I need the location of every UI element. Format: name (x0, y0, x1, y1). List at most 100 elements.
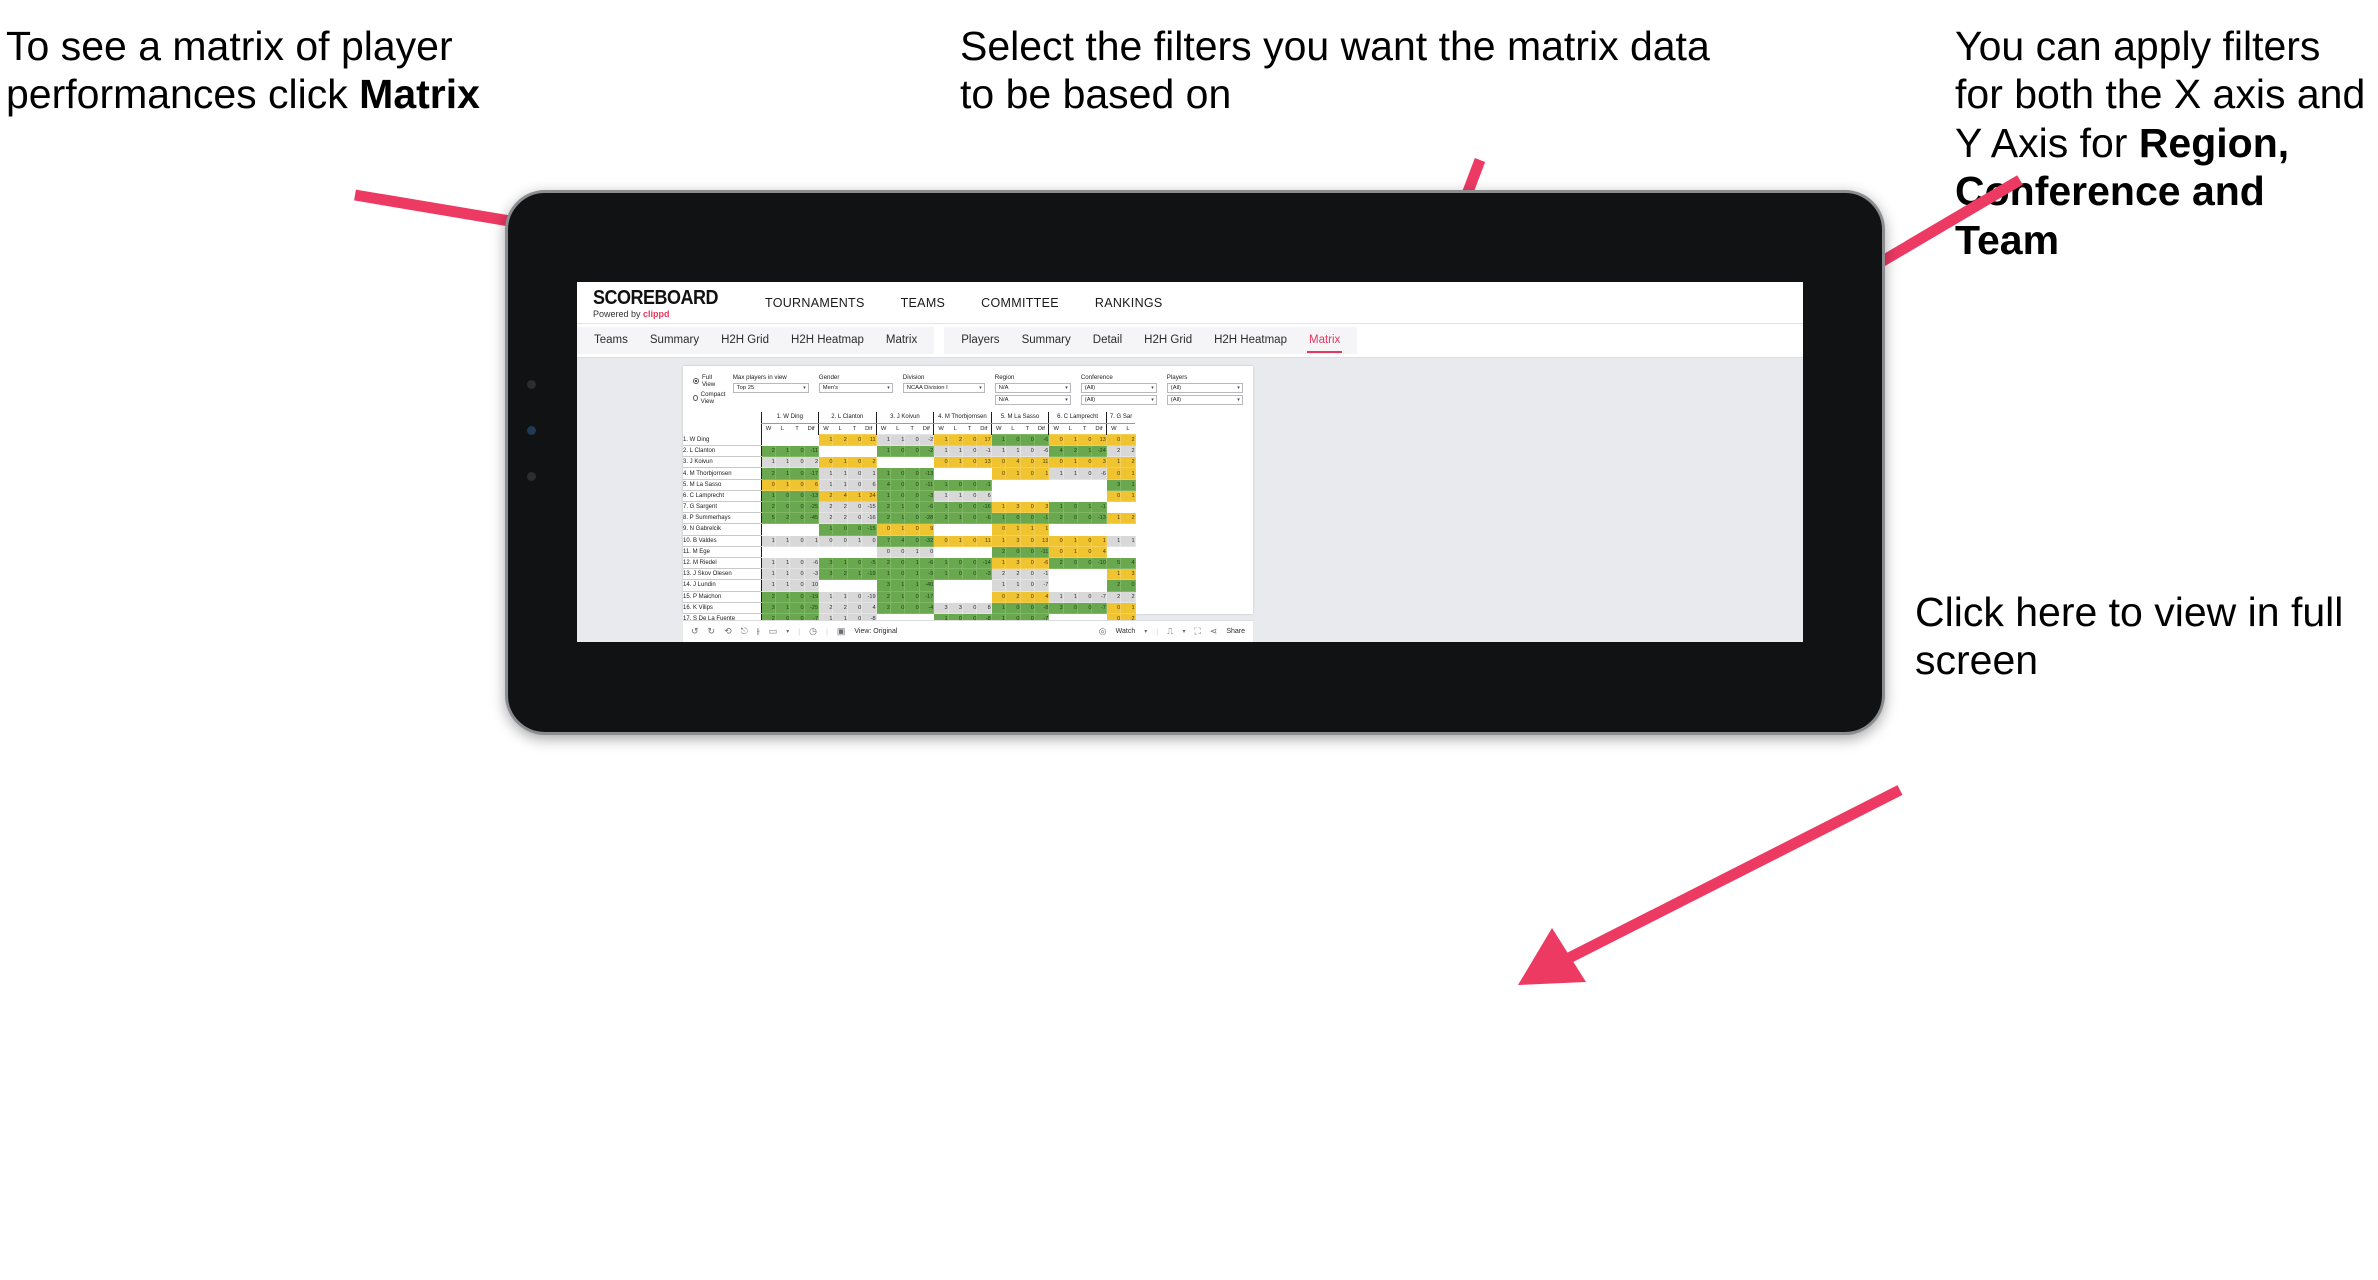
matrix-cell[interactable]: 1 (1120, 467, 1136, 480)
matrix-cell[interactable] (1120, 545, 1136, 558)
matrix-cell[interactable]: 0 (1005, 545, 1021, 558)
matrix-cell[interactable] (1048, 478, 1064, 491)
matrix-cell[interactable]: -7 (1091, 590, 1107, 603)
matrix-cell[interactable]: 0 (846, 467, 863, 480)
filter-region-select-y[interactable]: N/A ▾ (994, 395, 1071, 405)
matrix-row-label[interactable]: 8. P Summerhays (683, 512, 761, 525)
matrix-cell[interactable]: 1 (1105, 456, 1122, 469)
matrix-cell[interactable]: 0 (1048, 456, 1064, 469)
matrix-cell[interactable]: 0 (961, 500, 978, 514)
matrix-cell[interactable] (1077, 489, 1093, 503)
matrix-cell[interactable] (861, 445, 877, 458)
matrix-cell[interactable]: 2 (875, 512, 892, 525)
matrix-cell[interactable]: 0 (875, 545, 892, 558)
matrix-cell[interactable]: 1 (947, 534, 963, 547)
matrix-cell[interactable] (933, 523, 949, 536)
matrix-cell[interactable]: 0 (890, 489, 906, 503)
matrix-cell[interactable]: 2 (760, 445, 776, 458)
matrix-cell[interactable]: 4 (832, 489, 848, 503)
matrix-cell[interactable]: 2 (832, 500, 848, 514)
matrix-cell[interactable]: 0 (1105, 433, 1122, 447)
matrix-cell[interactable]: 1 (774, 456, 791, 469)
matrix-cell[interactable]: 1 (760, 534, 776, 547)
matrix-cell[interactable] (1048, 568, 1064, 581)
matrix-cell[interactable]: 2 (1120, 590, 1136, 603)
matrix-cell[interactable]: 0 (904, 445, 920, 458)
matrix-cell[interactable]: 0 (904, 467, 920, 480)
matrix-cell[interactable]: -15 (861, 500, 877, 514)
matrix-cell[interactable]: 1 (818, 467, 834, 480)
matrix-cell[interactable]: 17 (976, 433, 992, 447)
matrix-column-header[interactable]: 7. G Sar (1105, 412, 1136, 424)
matrix-cell[interactable] (1048, 579, 1064, 592)
matrix-cell[interactable]: 2 (832, 433, 848, 447)
subnav-item-teams[interactable]: Teams (583, 327, 639, 354)
matrix-row-label[interactable]: 14. J Lundin (683, 579, 761, 592)
matrix-cell[interactable]: 1 (1120, 534, 1136, 547)
matrix-cell[interactable]: 1 (818, 590, 834, 603)
matrix-cell[interactable]: 1 (1048, 467, 1064, 480)
topnav-item-committee[interactable]: COMMITTEE (963, 290, 1077, 316)
matrix-cell[interactable]: 4 (1091, 545, 1107, 558)
matrix-cell[interactable]: 2 (818, 489, 834, 503)
alert-icon[interactable]: ⎍ (1167, 627, 1173, 636)
matrix-row-label[interactable]: 7. G Sargent (683, 501, 761, 514)
matrix-cell[interactable]: -25 (803, 500, 820, 514)
matrix-cell[interactable]: 0 (1005, 601, 1021, 614)
matrix-cell[interactable] (961, 545, 978, 558)
matrix-cell[interactable]: 2 (1120, 512, 1136, 525)
filter-conference-select-y[interactable]: (All) ▾ (1080, 395, 1157, 405)
matrix-cell[interactable]: 2 (1105, 579, 1122, 592)
matrix-row-label[interactable]: 15. P Maichon (683, 591, 761, 603)
matrix-cell[interactable]: 1 (1019, 523, 1035, 536)
matrix-cell[interactable]: 2 (1048, 556, 1064, 570)
matrix-cell[interactable]: 0 (1062, 601, 1079, 614)
matrix-cell[interactable]: 0 (1077, 433, 1093, 447)
matrix-cell[interactable] (832, 545, 848, 558)
matrix-cell[interactable]: -4 (918, 601, 935, 614)
matrix-cell[interactable] (976, 590, 992, 603)
matrix-cell[interactable]: 1 (990, 445, 1007, 458)
matrix-cell[interactable]: 1 (890, 433, 906, 447)
matrix-cell[interactable]: 3 (947, 601, 963, 614)
matrix-cell[interactable]: 1 (832, 478, 848, 491)
matrix-cell[interactable]: -17 (803, 467, 820, 480)
matrix-cell[interactable] (933, 545, 949, 558)
matrix-cell[interactable] (861, 579, 877, 592)
matrix-column-header[interactable]: 6. C Lamprecht (1048, 412, 1107, 424)
matrix-cell[interactable]: 1 (1033, 523, 1050, 536)
matrix-cell[interactable]: 1 (890, 590, 906, 603)
topnav-item-tournaments[interactable]: TOURNAMENTS (747, 290, 883, 316)
matrix-cell[interactable]: 2 (818, 500, 834, 514)
matrix-cell[interactable]: -11 (803, 445, 820, 458)
matrix-cell[interactable]: 1 (846, 534, 863, 547)
radio-compact-view[interactable]: Compact View (693, 391, 727, 405)
matrix-cell[interactable]: 0 (789, 500, 805, 514)
matrix-cell[interactable] (1062, 478, 1079, 491)
matrix-cell[interactable] (1091, 523, 1107, 536)
matrix-cell[interactable]: 4 (1005, 456, 1021, 469)
matrix-column-header[interactable]: 2. L Clanton (818, 412, 877, 424)
matrix-cell[interactable]: 2 (760, 500, 776, 514)
matrix-cell[interactable]: 1 (1062, 590, 1079, 603)
matrix-cell[interactable]: 1 (861, 467, 877, 480)
matrix-cell[interactable]: 2 (1120, 433, 1136, 447)
matrix-cell[interactable]: 1 (1062, 534, 1079, 547)
matrix-cell[interactable]: 0 (904, 512, 920, 525)
matrix-cell[interactable]: 1 (1048, 590, 1064, 603)
matrix-cell[interactable]: 0 (947, 500, 963, 514)
matrix-cell[interactable] (961, 467, 978, 480)
matrix-cell[interactable]: 3 (818, 556, 834, 570)
matrix-cell[interactable]: 0 (1019, 568, 1035, 581)
matrix-cell[interactable]: 0 (789, 579, 805, 592)
matrix-cell[interactable] (1033, 489, 1050, 503)
matrix-cell[interactable] (976, 545, 992, 558)
matrix-cell[interactable]: 0 (1019, 545, 1035, 558)
matrix-cell[interactable]: 1 (990, 579, 1007, 592)
matrix-cell[interactable]: 13 (1091, 433, 1107, 447)
matrix-cell[interactable]: 1 (1105, 534, 1122, 547)
matrix-cell[interactable]: 1 (904, 556, 920, 570)
matrix-cell[interactable]: 1 (1033, 467, 1050, 480)
matrix-cell[interactable]: 1 (904, 568, 920, 581)
matrix-cell[interactable] (760, 433, 776, 447)
